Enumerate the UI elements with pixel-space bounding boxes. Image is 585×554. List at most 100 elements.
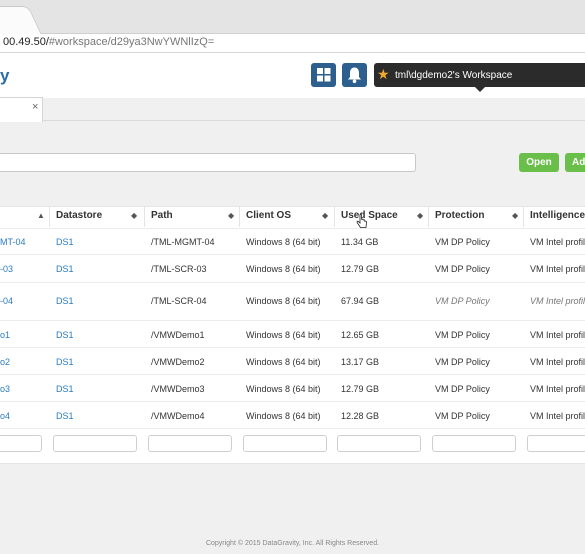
path-cell: /VMWDemo2 <box>151 357 205 367</box>
star-icon: ★ <box>377 66 390 82</box>
row-divider <box>0 374 585 375</box>
path-cell: /TML-SCR-04 <box>151 296 207 306</box>
address-bar[interactable]: 00.49.50/#workspace/d29ya3NwYWNlIzQ= <box>0 34 585 53</box>
filter-input-protection[interactable] <box>432 435 516 452</box>
protection-cell: VM DP Policy <box>435 296 490 306</box>
datastore-link[interactable]: DS1 <box>56 411 74 421</box>
vm-name-link[interactable]: o2 <box>0 357 10 367</box>
column-divider <box>334 207 335 227</box>
client-os-cell: Windows 8 (64 bit) <box>246 384 321 394</box>
filter-input-intelligence[interactable] <box>527 435 585 452</box>
used-space-cell: 12.65 GB <box>341 330 380 340</box>
browser-tabstrip <box>0 0 585 34</box>
used-space-cell: 13.17 GB <box>341 357 380 367</box>
client-os-cell: Windows 8 (64 bit) <box>246 357 321 367</box>
row-divider <box>0 428 585 429</box>
protection-cell: VM DP Policy <box>435 237 490 247</box>
datastore-link[interactable]: DS1 <box>56 357 74 367</box>
column-header-path[interactable]: Path <box>151 210 173 221</box>
app-logo: y <box>0 66 10 85</box>
used-space-cell: 12.79 GB <box>341 264 380 274</box>
vm-name-link[interactable]: o1 <box>0 330 10 340</box>
column-header-used-space[interactable]: Used Space <box>341 210 398 221</box>
column-divider <box>49 207 50 227</box>
intelligence-cell: VM Intel profile <box>530 264 585 274</box>
row-divider <box>0 282 585 283</box>
client-os-cell: Windows 8 (64 bit) <box>246 296 321 306</box>
row-divider <box>0 401 585 402</box>
protection-cell: VM DP Policy <box>435 264 490 274</box>
path-cell: /VMWDemo3 <box>151 384 205 394</box>
datastore-link[interactable]: DS1 <box>56 237 74 247</box>
datastore-link[interactable]: DS1 <box>56 264 74 274</box>
vm-name-link[interactable]: MT-04 <box>0 237 26 247</box>
add-button[interactable]: Ad <box>565 153 585 172</box>
intelligence-cell: VM Intel profile <box>530 296 585 306</box>
column-divider <box>144 207 145 227</box>
sort-icon[interactable]: ◆ <box>131 211 137 220</box>
used-space-cell: 11.34 GB <box>341 237 379 247</box>
footer-copyright: Copyright © 2015 DataGravity, Inc. All R… <box>205 540 380 547</box>
used-space-cell: 67.94 GB <box>341 296 380 306</box>
vm-name-link[interactable]: -04 <box>0 296 13 306</box>
intelligence-cell: VM Intel profile <box>530 330 585 340</box>
filter-input-path[interactable] <box>148 435 232 452</box>
filter-input-used-space[interactable] <box>337 435 421 452</box>
row-divider <box>0 254 585 255</box>
protection-cell: VM DP Policy <box>435 384 490 394</box>
datastore-link[interactable]: DS1 <box>56 330 74 340</box>
row-divider <box>0 320 585 321</box>
column-divider <box>523 207 524 227</box>
protection-cell: VM DP Policy <box>435 357 490 367</box>
column-header-datastore[interactable]: Datastore <box>56 210 102 221</box>
protection-cell: VM DP Policy <box>435 330 490 340</box>
close-icon[interactable]: × <box>32 101 38 113</box>
open-button[interactable]: Open <box>519 153 559 172</box>
filter-input-datastore[interactable] <box>53 435 137 452</box>
path-cell: /VMWDemo1 <box>151 330 205 340</box>
column-header-intelligence[interactable]: Intelligence <box>530 210 585 221</box>
search-input[interactable] <box>0 153 416 172</box>
datastore-link[interactable]: DS1 <box>56 384 74 394</box>
used-space-cell: 12.79 GB <box>341 384 380 394</box>
workspace-caret <box>475 87 485 92</box>
workspace-tab-strip <box>0 98 585 121</box>
header-divider <box>0 228 585 229</box>
vm-name-link[interactable]: o4 <box>0 411 10 421</box>
client-os-cell: Windows 8 (64 bit) <box>246 330 321 340</box>
path-cell: /TML-MGMT-04 <box>151 237 215 247</box>
client-os-cell: Windows 8 (64 bit) <box>246 264 321 274</box>
intelligence-cell: VM Intel profile <box>530 384 585 394</box>
used-space-cell: 12.28 GB <box>341 411 380 421</box>
address-text: 00.49.50/#workspace/d29ya3NwYWNlIzQ= <box>3 36 215 48</box>
column-divider <box>428 207 429 227</box>
column-header-protection[interactable]: Protection <box>435 210 484 221</box>
datastore-link[interactable]: DS1 <box>56 296 74 306</box>
app-grid-button[interactable] <box>311 63 336 87</box>
filter-input-name[interactable] <box>0 435 42 452</box>
column-header-client-os[interactable]: Client OS <box>246 210 291 221</box>
protection-cell: VM DP Policy <box>435 411 490 421</box>
vm-name-link[interactable]: -03 <box>0 264 13 274</box>
grid-icon <box>317 68 331 82</box>
sort-asc-icon[interactable]: ▲ <box>37 211 45 220</box>
vm-name-link[interactable]: o3 <box>0 384 10 394</box>
intelligence-cell: VM Intel profile <box>530 237 585 247</box>
path-cell: /TML-SCR-03 <box>151 264 207 274</box>
sort-icon[interactable]: ◆ <box>228 211 234 220</box>
column-divider <box>239 207 240 227</box>
bell-icon <box>348 67 361 84</box>
workspace-label: tml\dgdemo2's Workspace <box>395 70 513 81</box>
notifications-button[interactable] <box>342 63 367 87</box>
sort-icon[interactable]: ◆ <box>512 211 518 220</box>
hand-cursor-icon <box>356 214 367 228</box>
intelligence-cell: VM Intel profile <box>530 411 585 421</box>
client-os-cell: Windows 8 (64 bit) <box>246 237 321 247</box>
sort-icon[interactable]: ◆ <box>322 211 328 220</box>
client-os-cell: Windows 8 (64 bit) <box>246 411 321 421</box>
sort-icon[interactable]: ◆ <box>417 211 423 220</box>
path-cell: /VMWDemo4 <box>151 411 205 421</box>
intelligence-cell: VM Intel profile <box>530 357 585 367</box>
row-divider <box>0 347 585 348</box>
filter-input-client-os[interactable] <box>243 435 327 452</box>
